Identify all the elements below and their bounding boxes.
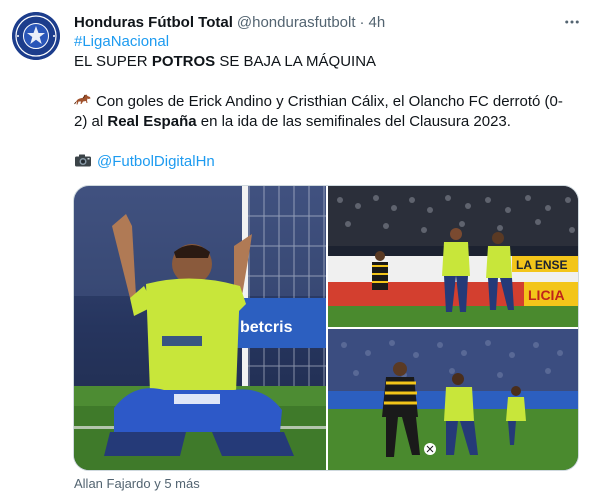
body-text-2-end: en la ida de las semifinales del Clausur… [196,113,511,130]
photo-grid: betcris LA ENSE LICIA [73,185,579,471]
body-text-2: 2) al [74,113,108,130]
photo-1[interactable]: betcris [74,186,326,470]
banner-licia-text: LICIA [528,287,565,303]
body-line-2: 2) al Real España en la ida de las semif… [74,112,586,132]
headline: EL SUPER POTROS SE BAJA LA MÁQUINA [74,52,586,72]
headline-text: EL SUPER [74,53,152,70]
tweet[interactable]: Honduras Fútbol Total @hondurasfutbolt ·… [0,0,598,501]
blank-line-2 [74,132,586,152]
celebrating-player-image: betcris [74,186,326,470]
avatar-logo-icon [12,12,60,60]
author-display-name[interactable]: Honduras Fútbol Total [74,14,233,31]
banner-betcris-text: betcris [240,319,293,336]
match-action-image-1: LA ENSE LICIA [328,186,578,327]
mention-link[interactable]: @FutbolDigitalHn [97,153,215,170]
photo-3[interactable] [328,329,578,470]
headline-bold: POTROS [151,53,216,70]
banner-la-ense-text: LA ENSE [516,258,568,272]
separator-dot: · [359,13,365,31]
photo-2[interactable]: LA ENSE LICIA [328,186,578,327]
headline-text-end: SE BAJA LA MÁQUINA [215,53,377,70]
author-handle[interactable]: @hondurasfutbolt [237,14,356,31]
credit-line: @FutbolDigitalHn [74,152,586,172]
body-bold: Real España [107,113,197,130]
match-action-image-2 [328,329,578,470]
avatar[interactable] [12,12,60,60]
body-line-1: Con goles de Erick Andino y Cristhian Cá… [74,92,586,112]
body-text-1: Con goles de Erick Andino y Cristhian Cá… [96,93,563,110]
timestamp[interactable]: 4h [369,14,386,31]
photo-caption[interactable]: Allan Fajardo y 5 más [74,476,200,491]
tweet-text: #LigaNacional EL SUPER POTROS SE BAJA LA… [74,32,586,172]
more-options-button[interactable] [560,10,584,34]
camera-emoji-icon [75,154,91,167]
horse-emoji-icon [74,94,91,105]
tweet-header: Honduras Fútbol Total @hondurasfutbolt ·… [74,12,385,32]
hashtag-link[interactable]: #LigaNacional [74,32,586,52]
more-options-icon [565,20,579,24]
